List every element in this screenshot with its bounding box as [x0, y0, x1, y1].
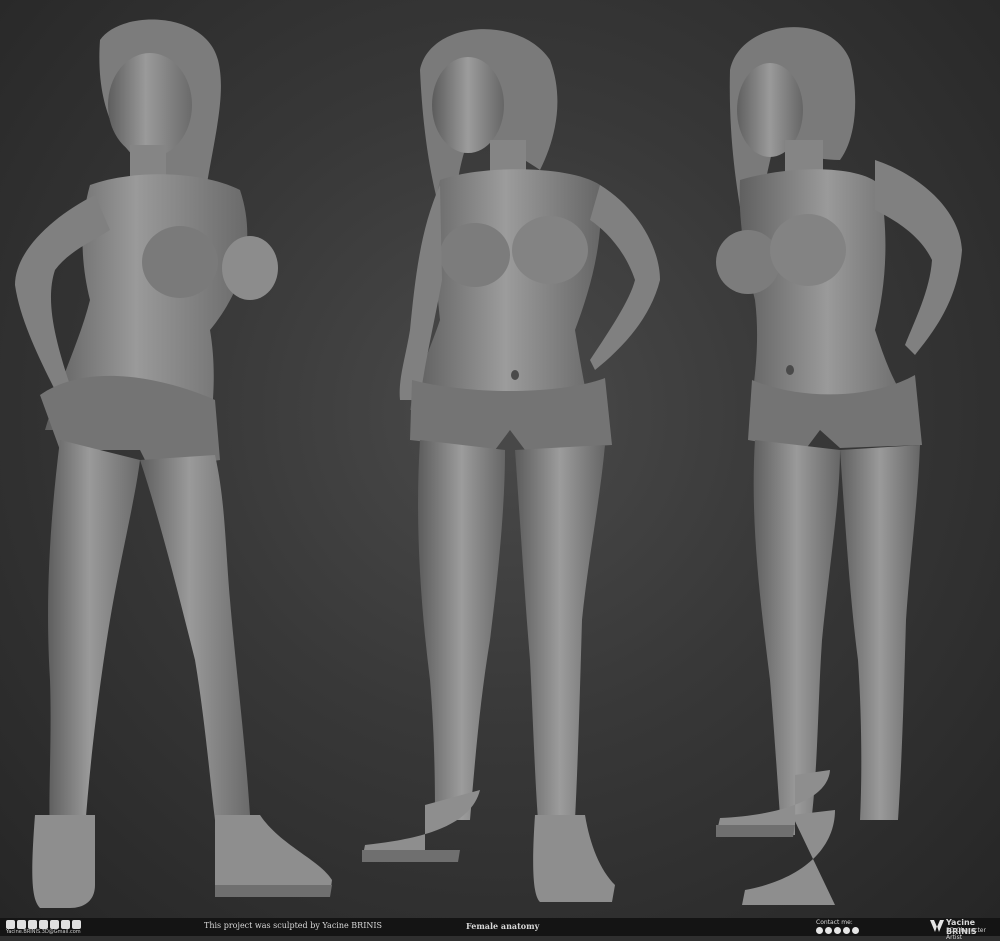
social-icons — [816, 927, 859, 934]
email-icon[interactable] — [852, 927, 859, 934]
deviantart-icon[interactable] — [28, 920, 37, 929]
facebook-icon[interactable] — [816, 927, 823, 934]
instagram-icon[interactable] — [39, 920, 48, 929]
render-canvas — [0, 0, 1000, 918]
sculpt-view-left — [15, 19, 332, 908]
pinterest-icon[interactable] — [72, 920, 81, 929]
credit-text: This project was sculpted by Yacine BRIN… — [204, 921, 382, 930]
sculpt-view-right — [716, 27, 962, 905]
artist-email: Yacine.BRINIS.3D@Gmail.com — [6, 929, 81, 935]
artist-role: 3D Character Artist — [946, 927, 986, 941]
project-title: Female anatomy — [466, 921, 540, 931]
instagram-icon[interactable] — [834, 927, 841, 934]
pinterest-icon[interactable] — [843, 927, 850, 934]
contact-label: Contact me: — [816, 919, 853, 926]
portfolio-icons — [6, 920, 81, 929]
youtube-icon[interactable] — [825, 927, 832, 934]
artstation-icon[interactable] — [6, 920, 15, 929]
footer-bar: Yacine.BRINIS.3D@Gmail.com This project … — [0, 918, 1000, 941]
sketchfab-icon[interactable] — [61, 920, 70, 929]
facebook-icon[interactable] — [50, 920, 59, 929]
sculpt-view-center — [362, 29, 660, 902]
behance-icon[interactable] — [17, 920, 26, 929]
artist-logo-icon — [930, 920, 944, 932]
